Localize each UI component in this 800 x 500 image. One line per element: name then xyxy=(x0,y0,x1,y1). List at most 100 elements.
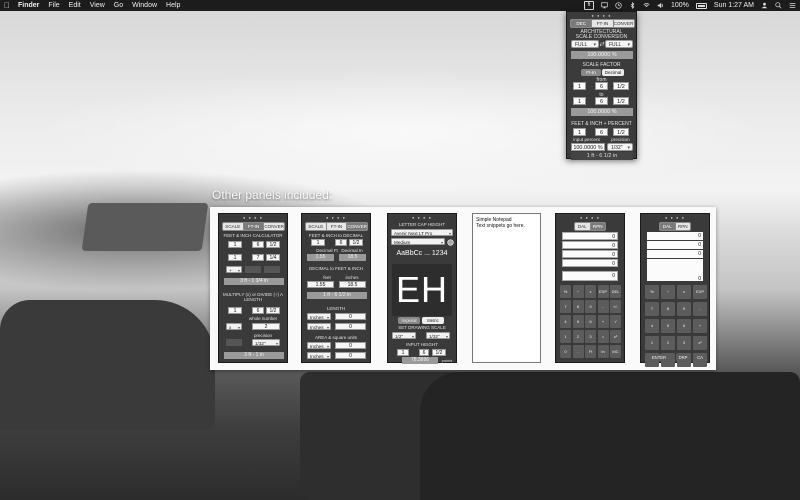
operator-select[interactable]: + xyxy=(226,266,242,274)
calc-key[interactable]: 1 xyxy=(560,330,571,343)
fraction-input[interactable]: 1/4 xyxy=(266,254,280,261)
menu-edit[interactable]: Edit xyxy=(69,2,81,9)
apple-icon[interactable]:  xyxy=(4,1,10,10)
battery-percent[interactable]: 100% xyxy=(671,2,689,9)
tab-dec[interactable]: DEC xyxy=(571,20,593,27)
area-unit-from-select[interactable]: Inches xyxy=(307,342,331,350)
inches-decimal-input[interactable]: 18.5 xyxy=(339,281,366,288)
calc-key[interactable]: Ft xyxy=(585,345,596,358)
menu-help[interactable]: Help xyxy=(166,2,180,9)
calc-key[interactable]: 6 xyxy=(585,315,596,328)
fraction-input[interactable]: 1/2 xyxy=(266,241,280,248)
calc-key[interactable]: - xyxy=(693,302,707,316)
font-select[interactable]: Avenir Next LT Pro xyxy=(391,229,453,237)
feet-input[interactable]: 1 xyxy=(228,307,242,314)
calc-key[interactable]: = xyxy=(597,330,609,343)
fraction-input[interactable]: 1/2 xyxy=(349,239,363,246)
calc-key[interactable]: 7 xyxy=(560,300,571,313)
inch-input[interactable]: 7 xyxy=(252,254,264,261)
mode-metric-button[interactable]: Metric xyxy=(422,317,444,324)
tab-scale[interactable]: SCALE xyxy=(306,223,327,230)
feet-input[interactable]: 1 xyxy=(228,241,242,248)
to-fraction-input[interactable]: 1/2 xyxy=(613,97,629,105)
menu-finder[interactable]: Finder xyxy=(18,2,39,9)
multiply-operator-select[interactable]: x xyxy=(226,323,242,331)
from-feet-input[interactable]: 1 xyxy=(573,82,586,90)
tab-convert[interactable]: CONVERT xyxy=(347,223,367,230)
calc-key[interactable]: x xyxy=(677,285,691,299)
calc-key[interactable]: + xyxy=(597,315,609,328)
height-fraction-input[interactable]: 1/2 xyxy=(432,349,446,356)
fraction-input[interactable]: 1/2 xyxy=(266,307,280,314)
scale-from-select[interactable]: FULL xyxy=(571,40,599,49)
calc-key[interactable]: 8 xyxy=(661,302,675,316)
bluetooth-icon[interactable] xyxy=(629,2,636,9)
calc-key[interactable]: MC xyxy=(610,345,621,358)
inch-input[interactable]: 6 xyxy=(252,241,264,248)
spotlight-search-icon[interactable] xyxy=(775,2,782,9)
calc-key[interactable]: 6 xyxy=(677,319,691,333)
calc-key[interactable]: In xyxy=(597,345,609,358)
calc-key[interactable]: 2 xyxy=(572,330,584,343)
inch-input[interactable]: 6 xyxy=(335,239,347,246)
weight-select[interactable]: Medium xyxy=(391,238,445,246)
clock[interactable]: Sun 1:27 AM xyxy=(714,2,754,9)
calc-key[interactable]: 1 xyxy=(645,336,659,350)
tab-dal[interactable]: DAL xyxy=(575,223,591,230)
calc-key[interactable]: x² xyxy=(693,336,707,350)
calc-key[interactable]: ÷ xyxy=(661,285,675,299)
length-unit-to-select[interactable]: Inches xyxy=(307,323,331,331)
calc-key[interactable]: 8 xyxy=(572,300,584,313)
mode-imperial-button[interactable]: Imperial xyxy=(398,317,420,324)
calc-key[interactable]: EXP xyxy=(693,285,707,299)
from-fraction-input[interactable]: 1/2 xyxy=(613,82,629,90)
wifi-icon[interactable] xyxy=(643,2,650,9)
enter-key[interactable]: ENTER xyxy=(645,354,673,361)
calc-key[interactable]: +/- xyxy=(610,300,621,313)
tab-ft-in[interactable]: FT-IN xyxy=(327,223,348,230)
precision-select[interactable]: 1/32" xyxy=(607,143,633,152)
calc-key[interactable]: 7 xyxy=(645,302,659,316)
menu-window[interactable]: Window xyxy=(132,2,157,9)
calc-key[interactable]: 2 xyxy=(661,336,675,350)
swap-arrows-icon[interactable] xyxy=(599,41,605,47)
inch-input[interactable]: 6 xyxy=(252,307,264,314)
calc-key[interactable]: 5 xyxy=(572,315,584,328)
height-feet-input[interactable]: 1 xyxy=(397,349,409,356)
calc-key[interactable]: 0 xyxy=(560,345,571,358)
scale-to-select[interactable]: FULL xyxy=(605,40,633,49)
calc-key[interactable]: 5 xyxy=(661,319,675,333)
calc-key[interactable]: + xyxy=(693,319,707,333)
tab-ft-in[interactable]: FT-IN xyxy=(243,223,265,230)
tab-ft-in[interactable]: FT-IN xyxy=(592,20,614,27)
volume-icon[interactable] xyxy=(657,2,664,9)
time-machine-icon[interactable] xyxy=(615,2,622,9)
user-icon[interactable] xyxy=(761,2,768,9)
fip-fraction-input[interactable]: 1/2 xyxy=(613,128,629,136)
tab-convert[interactable]: CONVERT xyxy=(614,20,634,27)
clear-all-key[interactable]: CA xyxy=(693,354,707,361)
notepad-panel[interactable]: Simple Notepad Text snippets go here. xyxy=(472,213,541,363)
calc-key[interactable]: EXP xyxy=(597,285,609,298)
drawing-scale-from-select[interactable]: 1/2" xyxy=(392,332,416,340)
feet-input[interactable]: 1 xyxy=(228,254,242,261)
calc-key[interactable]: 3 xyxy=(677,336,691,350)
color-wheel-icon[interactable] xyxy=(447,239,454,246)
calc-key[interactable]: √ xyxy=(610,315,621,328)
area-unit-to-select[interactable]: Inches xyxy=(307,352,331,360)
fip-inch-input[interactable]: 6 xyxy=(595,128,608,136)
calc-key[interactable]: DEL xyxy=(610,285,621,298)
menu-file[interactable]: File xyxy=(48,2,59,9)
drawing-scale-to-select[interactable]: 1/32" xyxy=(426,332,450,340)
menu-go[interactable]: Go xyxy=(114,2,123,9)
length-unit-from-select[interactable]: Inches xyxy=(307,313,331,321)
length-input[interactable]: 0 xyxy=(335,313,366,320)
battery-icon[interactable] xyxy=(695,2,707,9)
calc-key[interactable]: 4 xyxy=(560,315,571,328)
fip-feet-input[interactable]: 1 xyxy=(573,128,586,136)
to-feet-input[interactable]: 1 xyxy=(573,97,586,105)
calc-key[interactable]: 9 xyxy=(677,302,691,316)
tab-dal[interactable]: DAL xyxy=(660,223,676,230)
menu-view[interactable]: View xyxy=(90,2,105,9)
tab-scale[interactable]: SCALE xyxy=(223,223,244,230)
